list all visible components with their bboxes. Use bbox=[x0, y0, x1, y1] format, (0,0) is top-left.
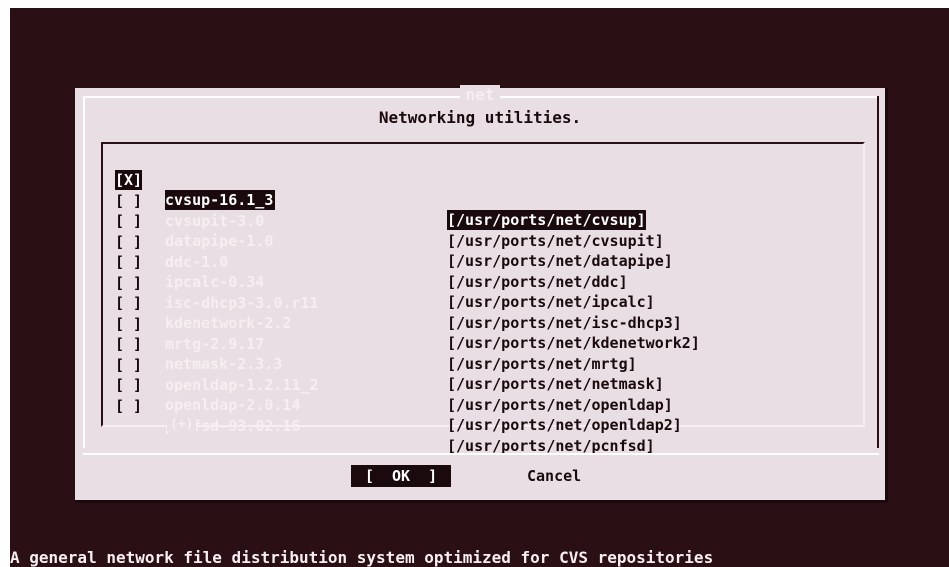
package-row[interactable]: [ ] openldap-2.0.14 [/usr/ports/net/open… bbox=[115, 355, 845, 434]
package-row[interactable]: [ ] netmask-2.3.3 [/usr/ports/net/netmas… bbox=[115, 314, 845, 393]
dialog-title: net bbox=[75, 85, 885, 104]
package-row[interactable]: [ ] pcnfsd-93.02.16 [/usr/ports/net/pcnf… bbox=[115, 376, 845, 455]
package-row[interactable]: [ ] cvsupit-3.0 [/usr/ports/net/cvsupit] bbox=[115, 171, 845, 250]
package-row[interactable]: [ ] ddc-1.0 [/usr/ports/net/ddc] bbox=[115, 212, 845, 291]
package-listbox[interactable]: [X] cvsup-16.1_3 [/usr/ports/net/cvsup] … bbox=[101, 142, 865, 455]
package-row[interactable]: [ ] isc-dhcp3-3.0.r11 [/usr/ports/net/is… bbox=[115, 253, 845, 332]
dialog-frame-left bbox=[83, 96, 85, 448]
terminal-screen: net Networking utilities. [X] cvsup-16.1… bbox=[10, 8, 949, 567]
checklist-dialog: net Networking utilities. [X] cvsup-16.1… bbox=[75, 85, 888, 503]
package-row[interactable]: [X] cvsup-16.1_3 [/usr/ports/net/cvsup] bbox=[115, 150, 845, 230]
dialog-subtitle: Networking utilities. bbox=[378, 108, 582, 127]
package-row[interactable]: [ ] datapipe-1.0 [/usr/ports/net/datapip… bbox=[115, 191, 845, 270]
package-row[interactable]: [ ] mrtg-2.9.17 [/usr/ports/net/mrtg] bbox=[115, 294, 845, 373]
package-path: [/usr/ports/net/openldap] bbox=[447, 395, 673, 414]
package-row[interactable]: [ ] ipcalc-0.34 [/usr/ports/net/ipcalc] bbox=[115, 232, 845, 311]
item-description-line: A general network file distribution syst… bbox=[10, 548, 714, 567]
ok-button[interactable]: [ OK ] bbox=[351, 465, 451, 487]
scroll-more-indicator: (+) bbox=[167, 418, 197, 431]
package-list: [X] cvsup-16.1_3 [/usr/ports/net/cvsup] … bbox=[115, 150, 845, 455]
package-row[interactable]: [ ] openldap-1.2.11_2 [/usr/ports/net/op… bbox=[115, 335, 845, 414]
button-row: [ OK ] Cancel bbox=[75, 465, 885, 491]
package-row[interactable]: [ ] kdenetwork-2.2 [/usr/ports/net/kdene… bbox=[115, 273, 845, 352]
checkbox[interactable]: [ ] bbox=[115, 396, 142, 416]
button-separator bbox=[83, 453, 879, 455]
cancel-button[interactable]: Cancel bbox=[527, 465, 581, 487]
dialog-frame-right bbox=[877, 96, 879, 448]
package-path: [/usr/ports/net/openldap2] bbox=[447, 416, 682, 434]
